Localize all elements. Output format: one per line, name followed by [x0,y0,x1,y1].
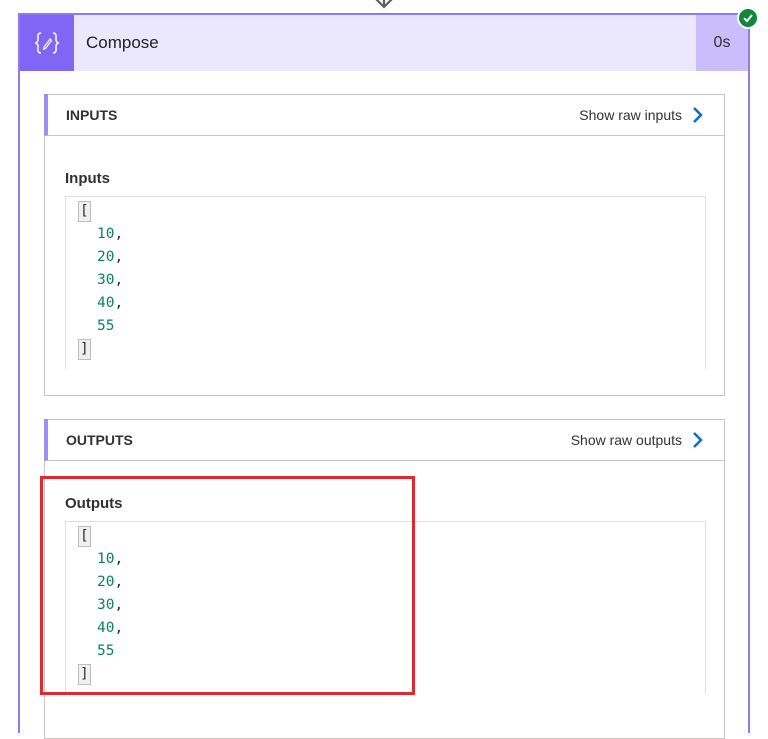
check-circle-icon [743,14,753,23]
inputs-field-label: Inputs [65,170,110,187]
inputs-section: INPUTS Show raw inputs Inputs [ 10, 20, … [44,94,725,396]
outputs-section: OUTPUTS Show raw outputs Outputs [ 10, 2… [44,419,725,739]
inputs-section-header: INPUTS Show raw inputs [44,94,724,136]
outputs-code-viewer[interactable]: [ 10, 20, 30, 40, 55 ] [65,521,706,694]
show-raw-outputs-link[interactable]: Show raw outputs [571,419,704,461]
array-value: 10 [97,226,115,242]
array-value: 10 [97,551,115,567]
close-bracket: ] [78,339,91,360]
array-value: 55 [97,643,115,659]
flow-connector-arrow-icon [375,0,393,9]
outputs-field-label: Outputs [65,495,123,512]
array-value: 20 [97,574,115,590]
close-bracket: ] [78,664,91,685]
show-raw-inputs-link[interactable]: Show raw inputs [579,94,704,136]
action-title: Compose [86,33,159,52]
show-raw-outputs-label: Show raw outputs [570,432,682,448]
compose-braces-icon [20,15,74,71]
open-bracket: [ [78,201,91,222]
array-value: 20 [97,249,115,265]
action-header[interactable]: Compose 0s [20,15,748,71]
open-bracket: [ [78,526,91,547]
compose-action-card: Compose 0s INPUTS Show raw inputs Inputs… [18,13,750,739]
inputs-code-viewer[interactable]: [ 10, 20, 30, 40, 55 ] [65,196,706,369]
array-value: 40 [97,295,115,311]
success-status-badge [737,7,759,29]
outputs-section-title: OUTPUTS [66,432,133,448]
array-value: 40 [97,620,115,636]
show-raw-inputs-label: Show raw inputs [579,107,682,123]
chevron-right-icon [693,432,703,448]
chevron-right-icon [693,107,703,123]
array-value: 30 [97,597,115,613]
array-value: 30 [97,272,115,288]
array-value: 55 [97,318,115,334]
outputs-section-header: OUTPUTS Show raw outputs [44,419,724,461]
inputs-section-title: INPUTS [66,107,118,123]
